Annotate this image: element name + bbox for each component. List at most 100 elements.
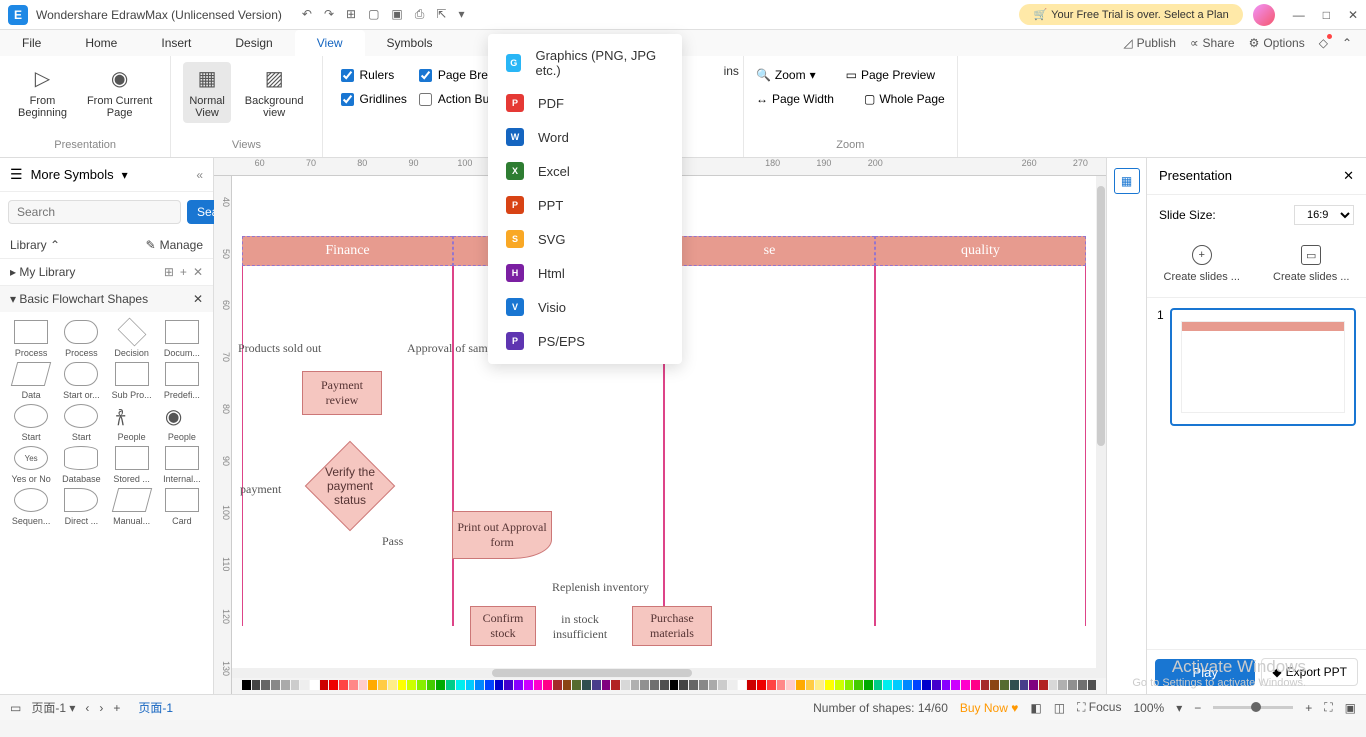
page-preview-button[interactable]: ▭ Page Preview [846,68,935,82]
color-swatch[interactable] [553,680,562,690]
section-close-icon[interactable]: ✕ [193,292,203,306]
shape-predefined[interactable]: Predefi... [159,362,205,400]
color-swatch[interactable] [728,680,737,690]
color-swatch[interactable] [660,680,669,690]
search-input[interactable] [8,200,181,224]
color-swatch[interactable] [475,680,484,690]
open-icon[interactable]: ▢ [368,7,379,22]
shape-people2[interactable]: ◉People [159,404,205,442]
create-slides-2[interactable]: ▭Create slides ... [1273,245,1349,283]
color-swatch[interactable] [864,680,873,690]
create-slides-1[interactable]: +Create slides ... [1164,245,1240,283]
page-tab[interactable]: 页面-1 [130,699,181,716]
color-swatch[interactable] [329,680,338,690]
color-swatch[interactable] [631,680,640,690]
export-svg[interactable]: SSVG [488,222,682,256]
shape-card[interactable]: Card [159,488,205,526]
export-word[interactable]: WWord [488,120,682,154]
node-confirm-stock[interactable]: Confirm stock [470,606,536,646]
shape-process[interactable]: Process [8,320,54,358]
color-swatch[interactable] [709,680,718,690]
collapse-left-icon[interactable]: « [196,168,203,182]
close-icon[interactable]: ✕ [1348,8,1358,22]
color-swatch[interactable] [1039,680,1048,690]
shape-startor[interactable]: Start or... [58,362,104,400]
from-current-button[interactable]: ◉From Current Page [81,62,158,123]
next-page-icon[interactable]: › [99,701,103,715]
color-swatch[interactable] [951,680,960,690]
library-label[interactable]: Library ⌃ [10,238,60,252]
color-swatch[interactable] [320,680,329,690]
color-swatch[interactable] [961,680,970,690]
more-symbols-label[interactable]: More Symbols [31,167,114,182]
color-swatch[interactable] [679,680,688,690]
export-ps[interactable]: PPS/EPS [488,324,682,358]
scrollbar-horizontal[interactable] [232,668,1106,678]
export-ppt-button[interactable]: ◆ Export PPT [1261,658,1358,686]
zoom-in-icon[interactable]: + [1305,701,1312,715]
color-swatch[interactable] [252,680,261,690]
section-title[interactable]: ▾ Basic Flowchart Shapes [10,292,148,306]
share-button[interactable]: ∝ Share [1190,36,1235,50]
color-swatch[interactable] [407,680,416,690]
tab-view[interactable]: View [295,30,365,56]
color-swatch[interactable] [883,680,892,690]
color-swatch[interactable] [1029,680,1038,690]
zoom-button[interactable]: 🔍 Zoom▾ [756,68,816,82]
color-swatch[interactable] [650,680,659,690]
color-swatch[interactable] [670,680,679,690]
shape-data[interactable]: Data [8,362,54,400]
export-graphics[interactable]: GGraphics (PNG, JPG etc.) [488,40,682,86]
color-swatch[interactable] [495,680,504,690]
focus-button[interactable]: ⛶ Focus [1077,700,1121,715]
add-page-icon[interactable]: + [113,701,120,715]
color-swatch[interactable] [786,680,795,690]
prev-page-icon[interactable]: ‹ [85,701,89,715]
color-swatch[interactable] [1010,680,1019,690]
shape-database[interactable]: Database [58,446,104,484]
shape-manual[interactable]: Manual... [109,488,155,526]
presentation-nav-icon[interactable]: ▦ [1114,168,1140,194]
color-swatch[interactable] [378,680,387,690]
color-swatch[interactable] [874,680,883,690]
color-swatch[interactable] [368,680,377,690]
color-swatch[interactable] [436,680,445,690]
notification-icon[interactable]: ◇ [1319,36,1328,50]
color-swatch[interactable] [1020,680,1029,690]
color-swatch[interactable] [242,680,251,690]
slide-thumbnail[interactable] [1170,308,1356,426]
color-swatch[interactable] [971,680,980,690]
lane-quality[interactable]: quality [875,236,1086,266]
color-swatch[interactable] [815,680,824,690]
shape-sequential[interactable]: Sequen... [8,488,54,526]
color-swatch[interactable] [845,680,854,690]
page-width-button[interactable]: ↔ Page Width [756,92,834,106]
color-swatch[interactable] [903,680,912,690]
color-swatch[interactable] [1049,680,1058,690]
color-swatch[interactable] [689,680,698,690]
color-swatch[interactable] [922,680,931,690]
tab-symbols[interactable]: Symbols [365,30,455,56]
scrollbar-vertical[interactable] [1096,176,1106,668]
redo-icon[interactable]: ↷ [324,7,334,22]
manage-button[interactable]: ✎ Manage [146,238,203,252]
zoom-out-icon[interactable]: − [1194,701,1201,715]
color-swatch[interactable] [359,680,368,690]
color-swatch[interactable] [854,680,863,690]
shape-decision[interactable]: Decision [109,320,155,358]
color-swatch[interactable] [388,680,397,690]
status-icon2[interactable]: ◫ [1054,701,1065,715]
color-swatch[interactable] [310,680,319,690]
avatar[interactable] [1253,4,1275,26]
color-swatch[interactable] [757,680,766,690]
zoom-slider[interactable] [1213,706,1293,709]
color-swatch[interactable] [932,680,941,690]
tab-file[interactable]: File [0,30,63,56]
fit-icon[interactable]: ⛶ [1324,700,1332,715]
shape-stored[interactable]: Stored ... [109,446,155,484]
export-ppt[interactable]: PPPT [488,188,682,222]
color-swatch[interactable] [339,680,348,690]
color-swatch[interactable] [504,680,513,690]
color-swatch[interactable] [563,680,572,690]
page-breaks-checkbox[interactable]: Page Brea [419,68,495,82]
